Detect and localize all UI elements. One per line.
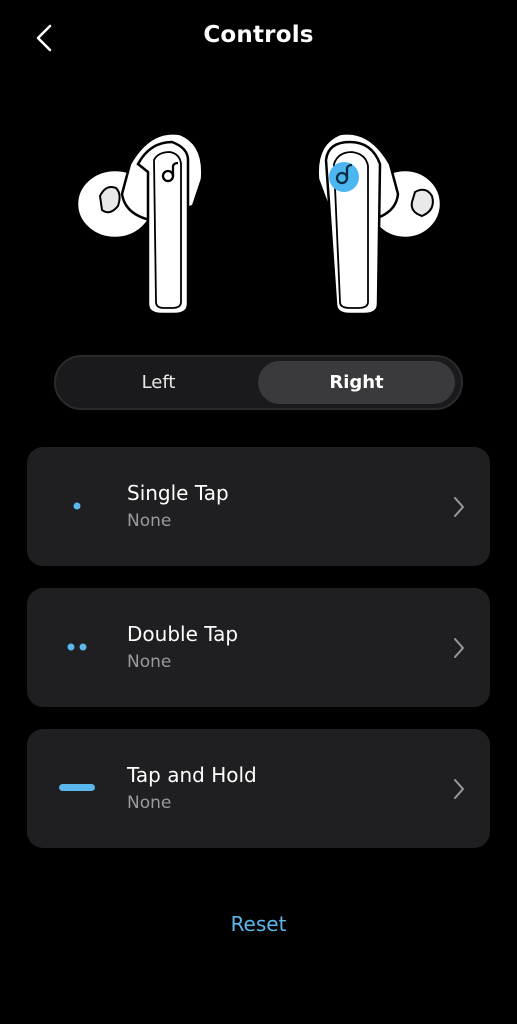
chevron-right-icon [452, 636, 466, 660]
control-value: None [127, 793, 172, 813]
selected-side-indicator [329, 162, 359, 192]
double-dot-icon [57, 632, 97, 662]
long-press-bar-icon [57, 773, 97, 803]
control-value: None [127, 652, 172, 672]
tab-left[interactable]: Left [60, 361, 257, 404]
tab-right[interactable]: Right [258, 361, 455, 404]
control-title: Tap and Hold [127, 763, 257, 787]
chevron-right-icon [452, 777, 466, 801]
reset-button[interactable]: Reset [0, 912, 517, 936]
app-header: Controls [0, 0, 517, 78]
page-title: Controls [203, 22, 314, 48]
control-value: None [127, 511, 172, 531]
side-selector: Left Right [54, 355, 463, 410]
control-title: Single Tap [127, 481, 229, 505]
right-earbud [316, 132, 443, 316]
control-card-tap-and-hold[interactable]: Tap and Hold None [27, 729, 490, 848]
control-card-double-tap[interactable]: Double Tap None [27, 588, 490, 707]
chevron-right-icon [452, 495, 466, 519]
left-earbud [75, 132, 204, 316]
control-title: Double Tap [127, 622, 239, 646]
earbuds-illustration [70, 124, 450, 324]
single-dot-icon [57, 491, 97, 521]
control-card-single-tap[interactable]: Single Tap None [27, 447, 490, 566]
